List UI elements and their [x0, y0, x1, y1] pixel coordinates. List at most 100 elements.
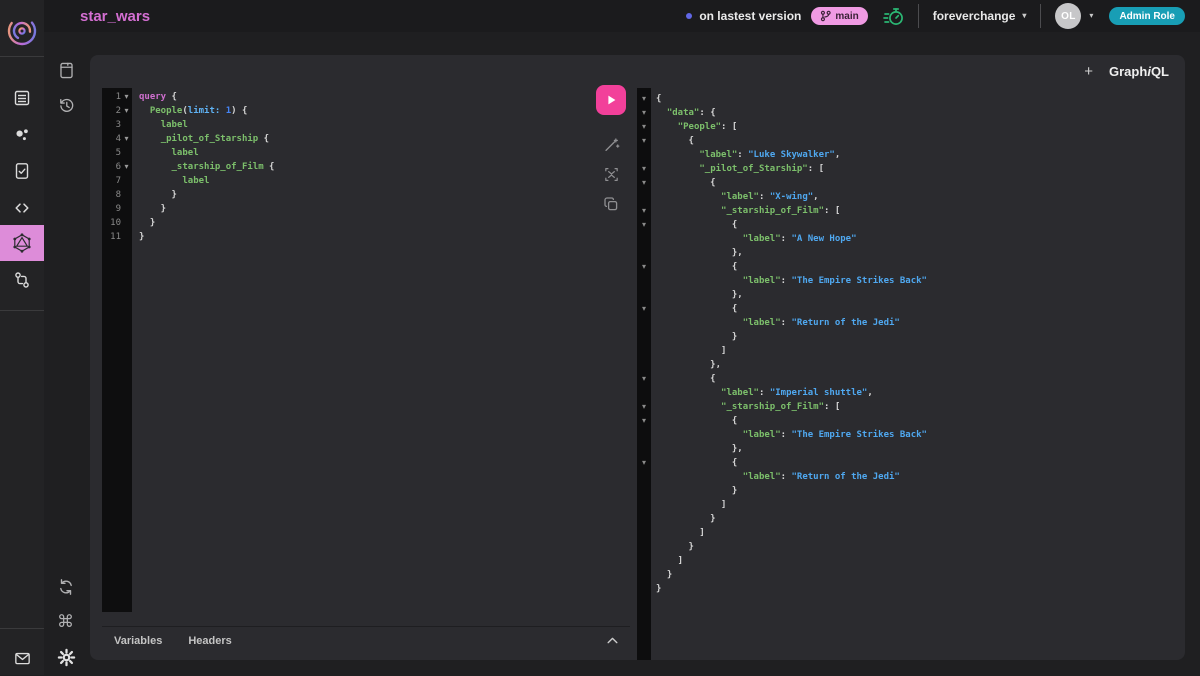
fold-marker-icon[interactable]: ▾: [637, 176, 651, 190]
response-line: {: [656, 302, 927, 316]
fold-marker-icon[interactable]: ▾: [121, 160, 132, 174]
fold-spacer: [637, 246, 651, 260]
app-logo-icon[interactable]: [4, 13, 40, 49]
fold-marker-icon[interactable]: ▾: [637, 106, 651, 120]
response-line: {: [656, 176, 927, 190]
git-compare-icon: [12, 270, 32, 290]
graphiql-logo: GraphiQL: [1109, 64, 1169, 79]
fold-marker-icon[interactable]: ▾: [637, 414, 651, 428]
prettify-button[interactable]: [596, 129, 626, 159]
main-area: ⌘ + GraphiQL 1▾query {2▾ People(limit: 1…: [44, 32, 1200, 675]
response-line: {: [656, 134, 927, 148]
response-line: {: [656, 218, 927, 232]
response-line: "label": "A New Hope": [656, 232, 927, 246]
execute-query-button[interactable]: [596, 85, 626, 115]
play-icon: [604, 93, 618, 107]
fold-marker-icon[interactable]: ▾: [637, 456, 651, 470]
response-line: },: [656, 246, 927, 260]
database-tables-icon: [12, 88, 32, 108]
line-number: 5: [102, 146, 121, 160]
response-line: },: [656, 288, 927, 302]
fold-marker-icon[interactable]: ▾: [637, 204, 651, 218]
document-check-icon: [12, 161, 32, 181]
collapse-tools-button[interactable]: [607, 637, 618, 644]
fold-marker-icon[interactable]: ▾: [637, 400, 651, 414]
fold-marker-icon[interactable]: ▾: [637, 134, 651, 148]
add-tab-button[interactable]: +: [1084, 64, 1093, 79]
response-line: "People": [: [656, 120, 927, 134]
user-menu[interactable]: OL ▾: [1055, 3, 1093, 29]
chevron-down-icon: ▾: [1089, 12, 1093, 20]
git-branch-icon: [820, 10, 831, 22]
fold-marker-icon[interactable]: ▾: [637, 372, 651, 386]
response-fold-gutter: ▾▾▾▾▾▾▾▾▾▾▾▾▾▾: [637, 88, 651, 660]
fold-marker-icon[interactable]: ▾: [121, 132, 132, 146]
response-fold-gutter-marks: ▾▾▾▾▾▾▾▾▾▾▾▾▾▾: [637, 92, 651, 596]
merge-fragments-button[interactable]: [596, 159, 626, 189]
timer-button[interactable]: [882, 5, 904, 27]
fold-spacer: [121, 174, 132, 188]
response-line: "label": "X-wing",: [656, 190, 927, 204]
fold-marker-icon[interactable]: ▾: [637, 260, 651, 274]
response-line: "_starship_of_Film": [: [656, 400, 927, 414]
query-editor-lines: 1▾query {2▾ People(limit: 1) {3 label4▾ …: [102, 90, 630, 244]
divider: [1040, 4, 1041, 28]
query-line: 4▾ _pilot_of_Starship {: [102, 132, 630, 146]
response-line: "label": "Luke Skywalker",: [656, 148, 927, 162]
response-line: {: [656, 372, 927, 386]
fold-spacer: [637, 358, 651, 372]
response-line: }: [656, 484, 927, 498]
fold-spacer: [637, 512, 651, 526]
graphiql-panel: + GraphiQL 1▾query {2▾ People(limit: 1) …: [90, 55, 1185, 660]
copy-query-button[interactable]: [596, 189, 626, 219]
branch-badge[interactable]: main: [811, 7, 867, 25]
role-badge: Admin Role: [1109, 7, 1185, 25]
line-number: 3: [102, 118, 121, 132]
sidebar-item-explore[interactable]: [0, 117, 44, 153]
fold-marker-icon[interactable]: ▾: [637, 302, 651, 316]
fold-marker-icon[interactable]: ▾: [637, 120, 651, 134]
sidebar-item-code[interactable]: [0, 190, 44, 226]
stopwatch-icon: [882, 5, 904, 27]
fold-spacer: [637, 540, 651, 554]
fold-spacer: [121, 188, 132, 202]
response-line: "label": "The Empire Strikes Back": [656, 428, 927, 442]
line-number: 11: [102, 230, 121, 244]
response-line: ]: [656, 554, 927, 568]
refresh-icon: [57, 578, 75, 596]
sidebar-item-feedback[interactable]: [0, 640, 44, 676]
fold-spacer: [637, 442, 651, 456]
tab-variables[interactable]: Variables: [114, 635, 162, 647]
fold-spacer: [637, 582, 651, 596]
editor-tools-bar: Variables Headers: [102, 626, 630, 654]
response-line: ]: [656, 498, 927, 512]
fold-marker-icon[interactable]: ▾: [121, 90, 132, 104]
fold-spacer: [637, 330, 651, 344]
merge-icon: [603, 166, 620, 183]
fold-marker-icon[interactable]: ▾: [121, 104, 132, 118]
sidebar-item-tables[interactable]: [0, 80, 44, 116]
fold-spacer: [637, 484, 651, 498]
fold-marker-icon[interactable]: ▾: [637, 162, 651, 176]
query-line: 9 }: [102, 202, 630, 216]
line-number: 6: [102, 160, 121, 174]
fold-marker-icon[interactable]: ▾: [637, 218, 651, 232]
workspace-dropdown[interactable]: foreverchange ▾: [933, 9, 1027, 23]
query-line: 7 label: [102, 174, 630, 188]
fold-spacer: [121, 216, 132, 230]
response-line: "label": "Return of the Jedi": [656, 470, 927, 484]
response-line: {: [656, 260, 927, 274]
sidebar-item-validation[interactable]: [0, 153, 44, 189]
code-icon: [12, 198, 32, 218]
line-number: 4: [102, 132, 121, 146]
editor-toolbar: [596, 85, 626, 219]
graph-explore-icon: [12, 125, 32, 145]
fold-marker-icon[interactable]: ▾: [637, 92, 651, 106]
prettify-wand-icon: [603, 136, 620, 153]
tab-headers[interactable]: Headers: [188, 635, 231, 647]
topbar-right-group: on lastest version main: [686, 3, 1185, 29]
query-editor[interactable]: 1▾query {2▾ People(limit: 1) {3 label4▾ …: [102, 88, 630, 612]
sidebar-item-compare[interactable]: [0, 262, 44, 298]
sidebar-item-graphiql[interactable]: [0, 225, 44, 261]
fold-spacer: [637, 232, 651, 246]
